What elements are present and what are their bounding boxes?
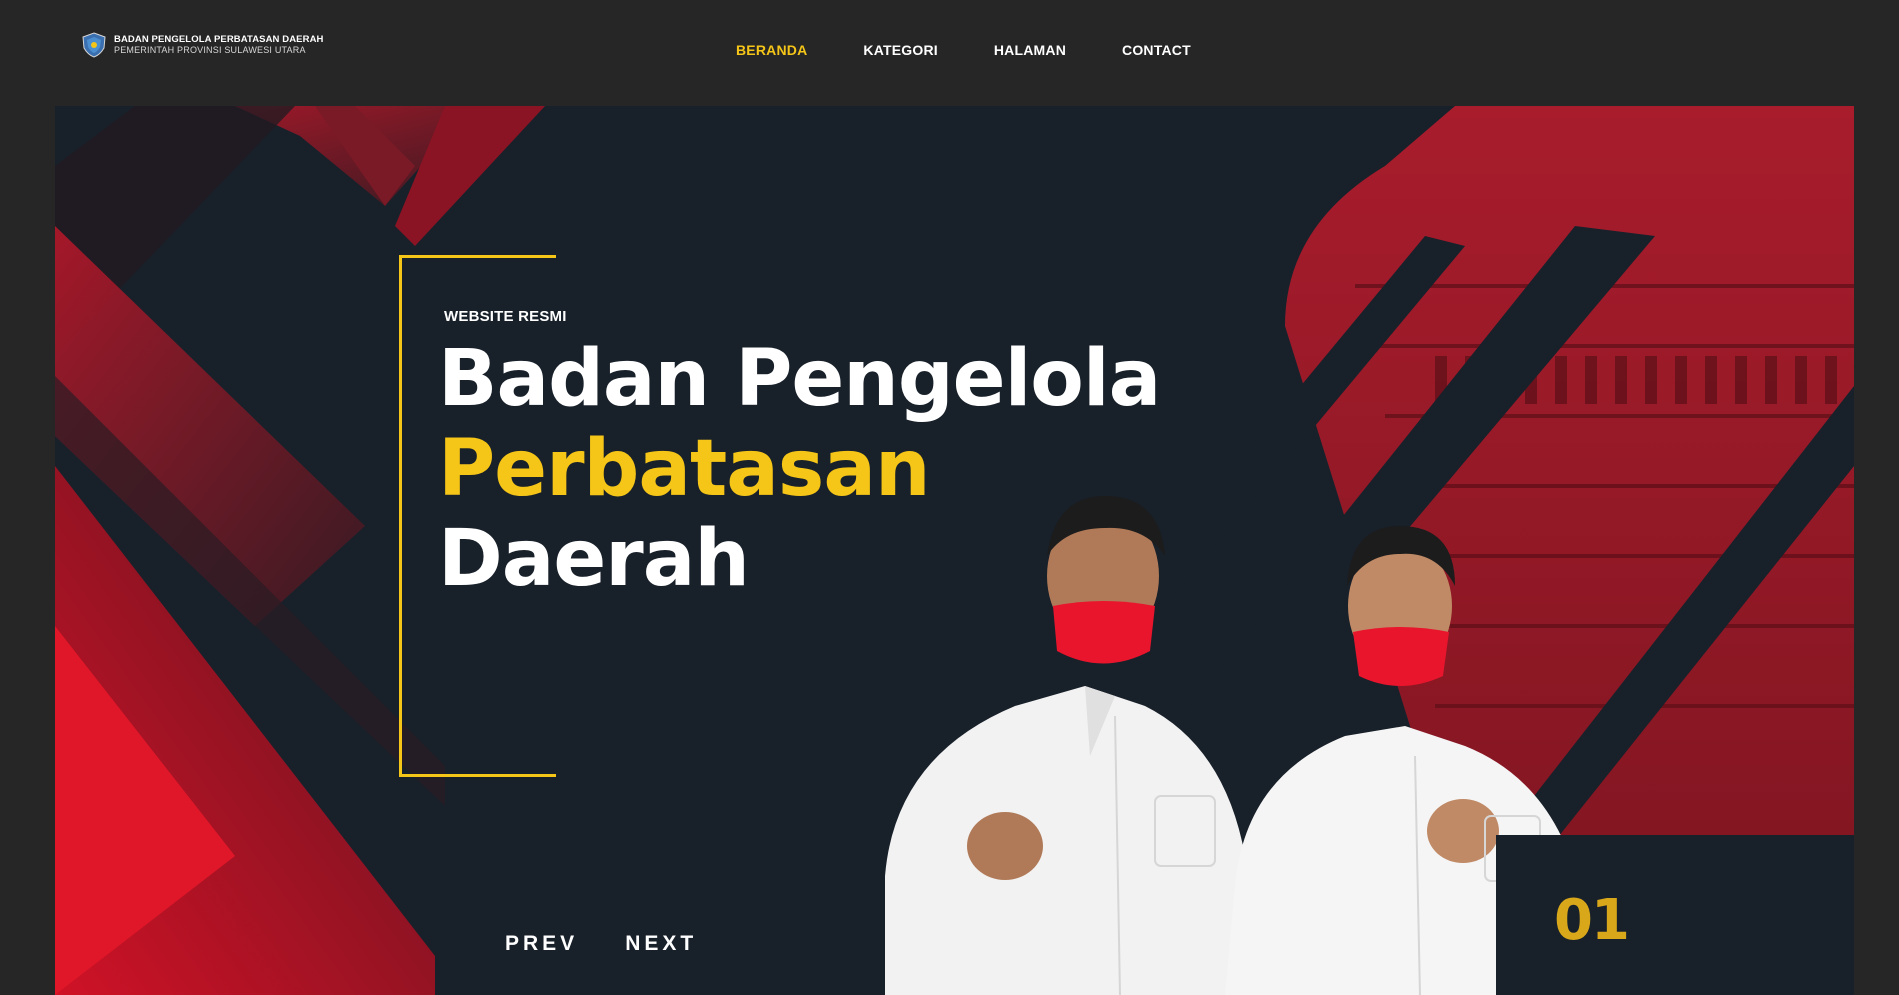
- slide-counter: 01: [1554, 888, 1630, 953]
- nav-item-halaman[interactable]: HALAMAN: [994, 42, 1066, 58]
- main-nav: BERANDA KATEGORI HALAMAN CONTACT: [736, 42, 1247, 58]
- headline-line-1: Badan Pengelola: [438, 334, 1161, 424]
- brand[interactable]: BADAN PENGELOLA PERBATASAN DAERAH PEMERI…: [80, 31, 324, 59]
- hero-eyebrow: WEBSITE RESMI: [444, 308, 567, 325]
- shield-emblem-icon: [82, 32, 106, 58]
- brand-subtitle: PEMERINTAH PROVINSI SULAWESI UTARA: [114, 45, 306, 55]
- nav-item-kategori[interactable]: KATEGORI: [863, 42, 937, 58]
- slider-pager: PREV NEXT: [505, 932, 697, 956]
- prev-button[interactable]: PREV: [505, 932, 578, 956]
- frame-top-line: [399, 255, 556, 258]
- slide-counter-box: [1496, 835, 1854, 995]
- brand-title: BADAN PENGELOLA PERBATASAN DAERAH: [114, 34, 324, 45]
- nav-item-beranda[interactable]: BERANDA: [736, 42, 807, 58]
- next-button[interactable]: NEXT: [625, 932, 697, 956]
- hero-slider: WEBSITE RESMI Badan Pengelola Perbatasan…: [55, 106, 1854, 995]
- frame-bottom-line: [399, 774, 556, 777]
- nav-item-contact[interactable]: CONTACT: [1122, 42, 1191, 58]
- frame-left-line: [399, 255, 402, 777]
- site-header: BADAN PENGELOLA PERBATASAN DAERAH PEMERI…: [0, 0, 1899, 106]
